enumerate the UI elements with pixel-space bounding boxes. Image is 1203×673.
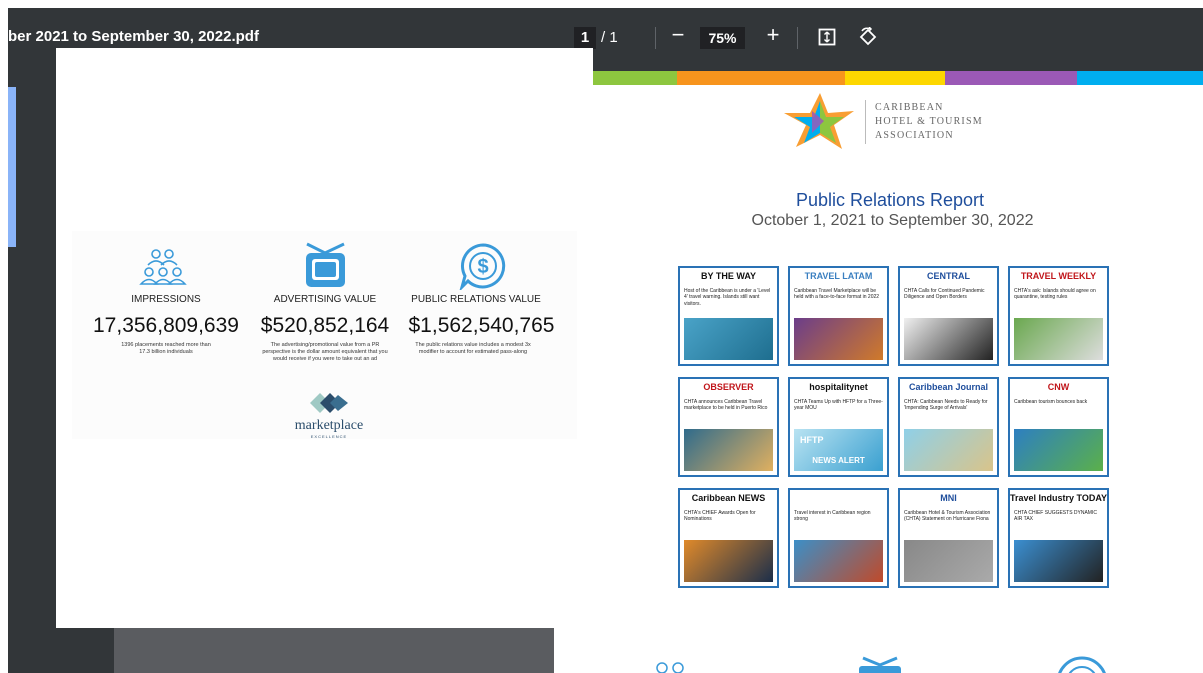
clipping-brand: CENTRAL bbox=[927, 271, 970, 281]
marketplace-logo-text: marketplace bbox=[294, 418, 364, 433]
advertising-value-label: ADVERTISING VALUE bbox=[273, 294, 377, 305]
clipping-photo bbox=[684, 318, 773, 360]
clipping-brand: TRAVEL WEEKLY bbox=[1020, 271, 1097, 281]
impressions-description: 1396 placements reached more than 17.3 b… bbox=[121, 342, 211, 355]
page-number-input[interactable]: 1 bbox=[574, 27, 596, 49]
clipping-brand: Caribbean Journal bbox=[908, 382, 989, 392]
report-subtitle: October 1, 2021 to September 30, 2022 bbox=[751, 212, 1034, 229]
news-alert-label: NEWS ALERT bbox=[812, 456, 865, 465]
clipping-brand: TRAVEL LATAM bbox=[804, 271, 873, 281]
impressions-value: 17,356,809,639 bbox=[93, 314, 239, 337]
clipping-photo bbox=[904, 540, 993, 582]
clipping-headline: Caribbean Hotel & Tourism Association (C… bbox=[904, 510, 991, 523]
press-clipping-card: Travel interest in Caribbean region stro… bbox=[788, 488, 889, 588]
clipping-headline: CHTA Teams Up with HFTP for a Three-year… bbox=[794, 399, 883, 412]
clipping-photo bbox=[684, 540, 773, 582]
clipping-headline: Travel interest in Caribbean region stro… bbox=[794, 510, 871, 523]
press-clipping-card: OBSERVER CHTA announces Caribbean Travel … bbox=[678, 377, 779, 477]
toolbar-divider bbox=[797, 27, 798, 49]
metrics-slide: $ IMPRESSIONS ADVERTISING VALUE PUBLIC R… bbox=[56, 48, 593, 628]
clipping-headline: Caribbean tourism bounces back bbox=[1014, 399, 1088, 405]
fit-page-icon[interactable] bbox=[818, 28, 836, 46]
zoom-in-button[interactable]: + bbox=[763, 22, 783, 52]
clipping-brand: Caribbean NEWS bbox=[691, 493, 766, 503]
clipping-headline: Caribbean Travel Marketplace will be hel… bbox=[794, 288, 880, 301]
clipping-headline: CHTA CHIEF SUGGESTS DYNAMIC AIR TAX bbox=[1014, 510, 1097, 523]
page-total: / 1 bbox=[601, 29, 618, 46]
people-icon bbox=[656, 662, 684, 673]
press-clipping-card: CENTRAL CHTA Calls for Continued Pandemic… bbox=[898, 266, 999, 366]
svg-text:$: $ bbox=[477, 256, 488, 278]
clipping-brand: BY THE WAY bbox=[700, 271, 756, 281]
advertising-value: $520,852,164 bbox=[260, 314, 390, 337]
clipping-photo bbox=[1014, 540, 1103, 582]
dollar-chat-icon: $ bbox=[459, 243, 506, 290]
chta-star-logo bbox=[784, 93, 854, 149]
report-title: Public Relations Report bbox=[795, 190, 985, 210]
brand-color-strip bbox=[593, 71, 1203, 85]
thumbnail-selected[interactable] bbox=[8, 87, 16, 247]
viewer-background-panel bbox=[114, 628, 554, 673]
pr-description: The public relations value includes a mo… bbox=[415, 342, 531, 355]
marketplace-logo bbox=[310, 393, 348, 413]
press-clipping-card: BY THE WAY Host of the Caribbean is under… bbox=[678, 266, 779, 366]
document-title: ber 2021 to September 30, 2022.pdf bbox=[8, 28, 259, 45]
clipping-photo bbox=[904, 318, 993, 360]
clipping-photo bbox=[904, 429, 993, 471]
press-clipping-card: MNI Caribbean Hotel & Tourism Association… bbox=[898, 488, 999, 588]
strip-blue bbox=[1077, 71, 1203, 85]
strip-yellow bbox=[845, 71, 945, 85]
impressions-label: IMPRESSIONS bbox=[131, 294, 201, 305]
logo-divider bbox=[865, 100, 866, 144]
clipping-brand: MNI bbox=[940, 493, 957, 503]
clipping-headline: CHTA's CHIEF Awards Open for Nominations bbox=[684, 510, 756, 523]
people-icon bbox=[139, 249, 187, 285]
clipping-photo bbox=[794, 540, 883, 582]
clipping-brand: OBSERVER bbox=[703, 382, 754, 392]
clipping-brand: Travel Industry TODAY bbox=[1010, 493, 1108, 503]
org-name-line1: CARIBBEAN bbox=[875, 102, 944, 113]
clipping-headline: Host of the Caribbean is under a 'Level … bbox=[684, 288, 771, 307]
pr-value: $1,562,540,765 bbox=[408, 314, 555, 337]
clipping-photo bbox=[1014, 429, 1103, 471]
clipping-photo bbox=[794, 318, 883, 360]
strip-orange bbox=[677, 71, 845, 85]
clipping-brand: hospitalitynet bbox=[809, 382, 868, 392]
clipping-headline: CHTA announces Caribbean Travel marketpl… bbox=[684, 399, 768, 412]
press-clipping-card: TRAVEL WEEKLY CHTA's ask: Islands should … bbox=[1008, 266, 1109, 366]
clipping-headline: CHTA's ask: Islands should agree on quar… bbox=[1014, 288, 1096, 301]
toolbar-divider bbox=[655, 27, 656, 49]
press-clipping-card: CNW Caribbean tourism bounces back bbox=[1008, 377, 1109, 477]
clipping-headline: CHTA: Caribbean Needs to Ready for 'Impe… bbox=[904, 399, 988, 412]
clipping-photo bbox=[1014, 318, 1103, 360]
strip-purple bbox=[945, 71, 1077, 85]
press-clipping-card: Travel Industry TODAY CHTA CHIEF SUGGESTS… bbox=[1008, 488, 1109, 588]
pr-value-label: PUBLIC RELATIONS VALUE bbox=[411, 294, 541, 305]
tv-icon bbox=[859, 656, 901, 673]
clipping-headline: CHTA Calls for Continued Pandemic Dilige… bbox=[904, 288, 985, 301]
advertising-description: The advertising/promotional value from a… bbox=[262, 342, 388, 362]
rotate-icon[interactable] bbox=[858, 27, 878, 47]
marketplace-logo-subtext: EXCELLENCE bbox=[310, 434, 348, 439]
press-clipping-card: Caribbean Journal CHTA: Caribbean Needs t… bbox=[898, 377, 999, 477]
hftp-badge: HFTP bbox=[800, 435, 824, 445]
org-name-line2: HOTEL & TOURISM bbox=[875, 116, 983, 127]
org-name-line3: ASSOCIATION bbox=[875, 130, 954, 141]
clipping-brand: CNW bbox=[1047, 382, 1070, 392]
clipping-photo bbox=[684, 429, 773, 471]
press-clipping-card: hospitalitynet CHTA Teams Up with HFTP fo… bbox=[788, 377, 889, 477]
strip-green bbox=[593, 71, 677, 85]
tv-icon bbox=[306, 242, 345, 287]
press-clipping-card: Caribbean NEWS CHTA's CHIEF Awards Open f… bbox=[678, 488, 779, 588]
press-clipping-card: TRAVEL LATAM Caribbean Travel Marketplace… bbox=[788, 266, 889, 366]
zoom-out-button[interactable]: − bbox=[668, 22, 688, 52]
zoom-level-input[interactable]: 75% bbox=[700, 27, 745, 49]
dollar-chat-icon bbox=[1058, 656, 1106, 673]
